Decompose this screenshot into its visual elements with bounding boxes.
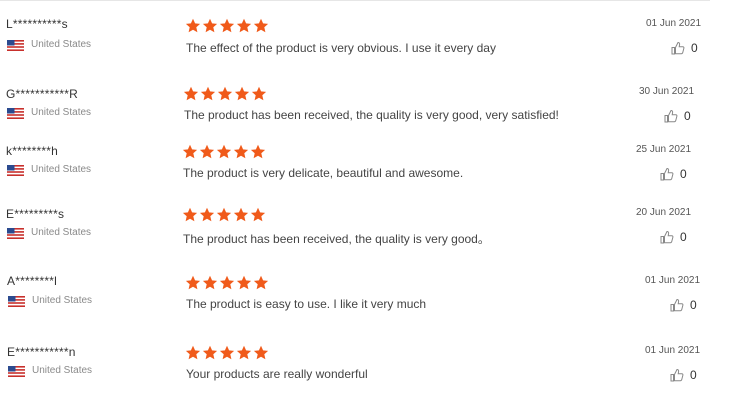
star-icon (200, 86, 216, 101)
reviewer-country: United States (31, 164, 92, 175)
star-icon (185, 345, 201, 360)
star-rating (182, 144, 266, 160)
us-flag-icon (7, 108, 24, 119)
review-date: 30 Jun 2021 (639, 86, 695, 97)
review-text: The product has been received, the quali… (183, 232, 490, 246)
star-icon (183, 86, 199, 101)
reviewer-country: United States (31, 227, 92, 238)
reviewer-name: E***********n (7, 345, 76, 359)
star-icon (234, 86, 250, 101)
like-button[interactable]: 0 (664, 108, 691, 124)
reviewer-country: United States (31, 107, 92, 118)
like-count: 0 (680, 230, 687, 244)
review-date: 25 Jun 2021 (636, 144, 692, 155)
thumbs-up-icon (660, 230, 674, 244)
reviewer-country: United States (32, 365, 93, 376)
reviews-page: L**********s United States The effect of… (0, 0, 750, 400)
us-flag-icon (7, 228, 24, 239)
review-text: The product is easy to use. I like it ve… (186, 297, 427, 311)
star-icon (253, 275, 269, 290)
star-icon (216, 207, 232, 222)
like-count: 0 (684, 109, 691, 123)
us-flag-icon (7, 165, 24, 176)
thumbs-up-icon (660, 167, 674, 181)
star-icon (199, 207, 215, 222)
reviewer-name: G***********R (6, 87, 78, 101)
star-icon (199, 144, 215, 159)
like-count: 0 (690, 298, 697, 312)
like-count: 0 (680, 167, 687, 181)
star-icon (202, 275, 218, 290)
reviewer-country: United States (32, 295, 93, 306)
review-date: 01 Jun 2021 (645, 345, 701, 356)
star-icon (236, 345, 252, 360)
reviewer-name: E*********s (6, 207, 65, 221)
review-text: The product is very delicate, beautiful … (183, 166, 464, 180)
review-text: Your products are really wonderful (186, 367, 368, 381)
thumbs-up-icon (670, 368, 684, 382)
star-icon (217, 86, 233, 101)
like-button[interactable]: 0 (660, 166, 687, 182)
star-icon (182, 144, 198, 159)
star-icon (236, 275, 252, 290)
like-button[interactable]: 0 (670, 367, 697, 383)
star-icon (185, 275, 201, 290)
review-date: 20 Jun 2021 (636, 207, 692, 218)
thumbs-up-icon (670, 298, 684, 312)
review-item: E***********n United States Your product… (0, 0, 750, 382)
star-icon (251, 86, 267, 101)
star-rating (182, 207, 266, 223)
us-flag-icon (8, 366, 25, 377)
star-icon (233, 207, 249, 222)
us-flag-icon (8, 296, 25, 307)
star-rating (185, 345, 269, 361)
star-rating (183, 86, 267, 102)
like-button[interactable]: 0 (660, 229, 687, 245)
like-button[interactable]: 0 (670, 297, 697, 313)
star-rating (185, 275, 269, 291)
star-icon (219, 345, 235, 360)
star-icon (250, 144, 266, 159)
star-icon (219, 275, 235, 290)
star-icon (233, 144, 249, 159)
thumbs-up-icon (664, 109, 678, 123)
reviewer-name: k********h (6, 144, 59, 158)
reviewer-name: A********l (7, 274, 58, 288)
review-date: 01 Jun 2021 (645, 275, 701, 286)
like-count: 0 (690, 368, 697, 382)
star-icon (202, 345, 218, 360)
star-icon (253, 345, 269, 360)
star-icon (182, 207, 198, 222)
star-icon (250, 207, 266, 222)
review-text: The product has been received, the quali… (184, 108, 559, 122)
star-icon (216, 144, 232, 159)
